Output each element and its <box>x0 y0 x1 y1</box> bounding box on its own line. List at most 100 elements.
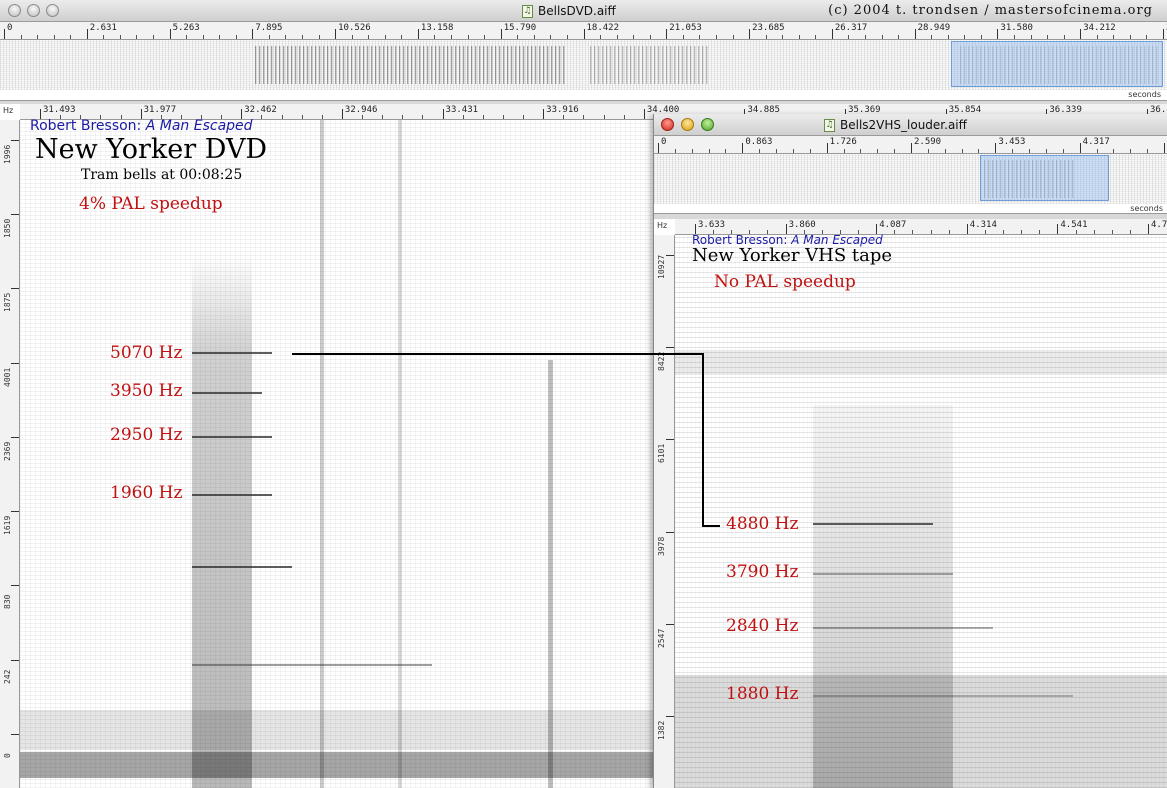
ruler-tick-label: 23.685 <box>752 23 785 33</box>
ruler-minor-tick <box>798 35 800 39</box>
ruler-minor-tick <box>623 115 625 119</box>
freq-label: 3790 Hz <box>726 562 799 582</box>
ruler-minor-tick <box>782 35 784 39</box>
ruler-tick-label: 10.526 <box>338 23 371 33</box>
harmonic-line <box>813 695 1073 697</box>
ruler-major-tick <box>1148 224 1149 234</box>
ruler-minor-tick <box>318 35 320 39</box>
hz-major-tick <box>666 439 674 441</box>
hz-major-tick <box>666 255 674 256</box>
ruler-minor-tick <box>944 149 946 153</box>
ruler-major-tick <box>341 109 343 119</box>
ruler-tick-label: 0 <box>661 137 667 147</box>
hz-tick-label: 0 <box>3 752 12 758</box>
ruler-tick-label: 4.768 <box>1151 220 1167 230</box>
ruler-minor-tick <box>809 149 811 153</box>
hz-unit-label: Hz <box>657 221 668 230</box>
ruler-tick-label: 4.314 <box>969 220 997 230</box>
ruler-minor-tick <box>947 35 949 39</box>
ruler-minor-tick <box>566 35 568 39</box>
ruler-minor-tick <box>1021 230 1023 234</box>
spectral-column <box>320 120 324 788</box>
ruler-minor-tick <box>961 149 963 153</box>
ruler-minor-tick <box>964 35 966 39</box>
ruler-tick-label: 34.212 <box>1083 23 1116 33</box>
ruler-tick-label: 3.860 <box>788 220 816 230</box>
ruler-tick-label: 31.977 <box>143 105 177 115</box>
second-spectrogram[interactable] <box>675 235 1167 788</box>
ruler-minor-tick <box>1063 35 1065 39</box>
main-titlebar[interactable]: ♫ BellsDVD.aiff (c) 2004 t. trondsen / m… <box>0 0 1167 22</box>
ruler-minor-tick <box>70 35 72 39</box>
ruler-major-tick <box>1079 143 1081 153</box>
overview-selection[interactable] <box>951 41 1163 87</box>
second-heading: New Yorker VHS tape <box>692 245 893 266</box>
ruler-minor-tick <box>462 115 464 119</box>
hz-tick-label: 2547 <box>657 628 666 648</box>
zoom-button[interactable] <box>46 4 59 17</box>
spectrogram-grain <box>20 120 654 788</box>
close-button[interactable] <box>8 4 21 17</box>
noise-band <box>675 350 1167 375</box>
ruler-minor-tick <box>301 115 303 119</box>
ruler-major-tick <box>911 143 912 153</box>
ruler-minor-tick <box>351 35 353 39</box>
ruler-minor-tick <box>978 149 980 153</box>
ruler-minor-tick <box>927 149 929 153</box>
hz-major-tick <box>11 659 19 661</box>
ruler-minor-tick <box>583 115 585 119</box>
ruler-minor-tick <box>502 115 504 119</box>
ruler-minor-tick <box>186 35 188 39</box>
ruler-minor-tick <box>1012 149 1014 153</box>
ruler-tick-label: 15.790 <box>503 23 537 33</box>
ruler-minor-tick <box>20 35 22 39</box>
ruler-tick-label: 2.590 <box>914 137 942 147</box>
ruler-minor-tick <box>1013 35 1015 39</box>
hz-tick-label: 1996 <box>3 144 12 164</box>
main-window-title-text: BellsDVD.aiff <box>538 4 616 18</box>
hz-tick-label: 10927 <box>657 254 666 279</box>
second-window[interactable]: ♫ Bells2VHS_louder.aiff 0 0.863 1.726 2.590… <box>653 114 1167 788</box>
ruler-minor-tick <box>616 35 618 39</box>
ruler-minor-tick <box>759 149 761 153</box>
hz-major-tick <box>666 531 674 533</box>
overview-spectrogram[interactable] <box>0 40 1167 90</box>
hz-tick-label: 8422 <box>657 351 666 372</box>
main-spectrogram[interactable] <box>20 120 654 788</box>
overview-unit-label: seconds <box>1128 90 1161 99</box>
ruler-major-tick <box>4 29 5 39</box>
overview-selection[interactable] <box>980 155 1109 201</box>
ruler-minor-tick <box>281 115 283 119</box>
second-titlebar[interactable]: ♫ Bells2VHS_louder.aiff <box>654 114 1167 136</box>
ruler-minor-tick <box>815 35 817 39</box>
speedup-note: No PAL speedup <box>714 272 856 292</box>
ruler-major-tick <box>1163 29 1164 39</box>
harmonic-line <box>813 573 953 575</box>
ruler-minor-tick <box>732 35 734 39</box>
freq-label: 4880 Hz <box>726 514 799 534</box>
hz-major-tick <box>11 511 19 513</box>
hz-tick-label: 1619 <box>3 515 12 536</box>
ruler-minor-tick <box>708 149 710 153</box>
harmonic-line <box>813 523 933 525</box>
low-noise-band <box>20 710 654 750</box>
harmonic-line <box>192 566 292 568</box>
ruler-minor-tick <box>1096 35 1098 39</box>
minimize-button[interactable] <box>27 4 40 17</box>
hz-unit-label: Hz <box>3 106 14 115</box>
second-window-title: ♫ Bells2VHS_louder.aiff <box>824 118 967 132</box>
ruler-minor-tick <box>202 35 204 39</box>
zoom-button[interactable] <box>701 118 714 131</box>
freq-label: 2950 Hz <box>110 425 183 445</box>
hz-tick-label: 1382 <box>657 720 666 740</box>
minimize-button[interactable] <box>681 118 694 131</box>
close-button[interactable] <box>661 118 674 131</box>
ruler-minor-tick <box>931 35 933 39</box>
ruler-major-tick <box>831 29 833 39</box>
second-window-title-text: Bells2VHS_louder.aiff <box>840 118 967 132</box>
freq-label: 2840 Hz <box>726 616 799 636</box>
ruler-tick-label: 21.053 <box>669 23 702 33</box>
ruler-minor-tick <box>649 35 651 39</box>
overview-spectrogram[interactable] <box>654 154 1167 204</box>
ruler-major-tick <box>500 29 502 39</box>
